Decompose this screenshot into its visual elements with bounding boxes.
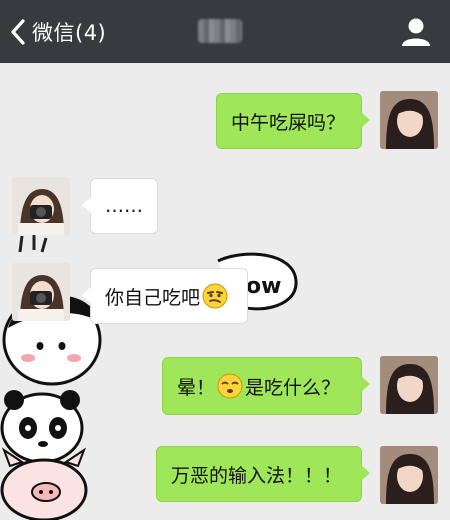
message-bubble-2[interactable]: …… <box>82 178 158 234</box>
message-bubble-1[interactable]: 中午吃屎吗？ <box>216 93 370 149</box>
message-text: 是吃什么？ <box>245 376 341 399</box>
profile-button[interactable] <box>396 16 436 48</box>
message-text: 万恶的输入法！！！ <box>171 464 343 487</box>
message-bubble-5[interactable]: 万恶的输入法！！！ <box>156 446 370 502</box>
message-text: 你自己吃吧 <box>105 286 201 309</box>
ow-sticker-text: ow <box>246 274 281 299</box>
back-label: 微信(4) <box>32 21 107 45</box>
message-bubble-3[interactable]: 你自己吃吧 <box>82 268 248 324</box>
smirk-emoji-icon <box>202 283 228 309</box>
dizzy-emoji-icon <box>217 373 243 399</box>
avatar-me[interactable] <box>380 91 438 149</box>
person-icon <box>402 18 430 46</box>
message-bubble-4[interactable]: 晕！ 是吃什么？ <box>162 357 370 415</box>
avatar-me[interactable] <box>380 446 438 504</box>
avatar-me[interactable] <box>380 356 438 414</box>
avatar-friend[interactable] <box>12 177 70 235</box>
chat-title-blurred <box>198 19 242 43</box>
message-text: 中午吃屎吗？ <box>231 111 346 134</box>
message-text: 晕！ <box>177 376 216 399</box>
top-bar: 微信(4) <box>0 0 450 63</box>
chevron-left-icon <box>11 19 25 45</box>
message-text: …… <box>105 195 143 217</box>
back-button[interactable]: 微信(4) <box>8 14 106 50</box>
avatar-friend[interactable] <box>12 263 70 321</box>
chat-area: ow 中午吃屎吗？ …… 你自己吃吧 晕！ 是吃什么？ 万恶的输入法！！！ <box>0 63 450 520</box>
